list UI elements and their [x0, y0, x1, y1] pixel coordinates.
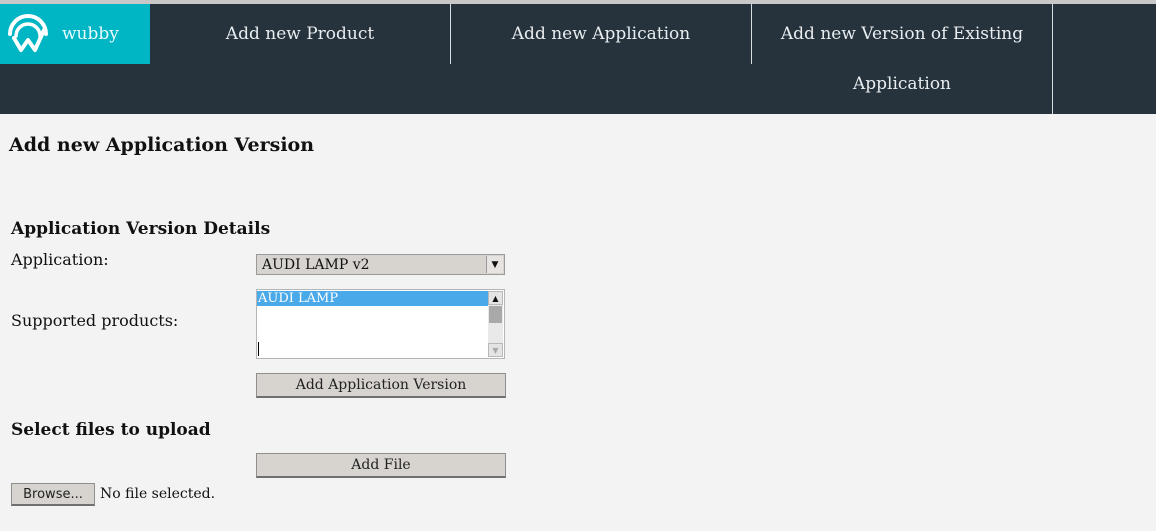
nav-add-new-product[interactable]: Add new Product [150, 4, 450, 64]
brand[interactable]: wubby [0, 4, 150, 64]
nav-divider [1052, 4, 1053, 114]
nav-add-new-version-line2[interactable]: Application [752, 64, 1052, 104]
scroll-down-icon[interactable]: ▼ [488, 343, 503, 357]
upload-heading: Select files to upload [11, 420, 211, 440]
text-caret [258, 342, 259, 356]
supported-products-listbox[interactable]: AUDI LAMP ▲ ▼ [256, 289, 505, 359]
scrollbar-thumb[interactable] [489, 306, 502, 323]
add-file-button[interactable]: Add File [256, 453, 506, 478]
application-select-value: AUDI LAMP v2 [262, 256, 370, 273]
nav-add-new-version[interactable]: Add new Version of Existing [752, 4, 1052, 64]
add-application-version-button[interactable]: Add Application Version [256, 373, 506, 398]
nav-add-new-application[interactable]: Add new Application [451, 4, 751, 64]
browse-button[interactable]: Browse... [11, 483, 95, 506]
supported-products-label: Supported products: [11, 311, 179, 330]
details-heading: Application Version Details [11, 219, 271, 239]
file-status: No file selected. [100, 486, 216, 502]
listbox-scrollbar[interactable]: ▲ ▼ [488, 291, 503, 357]
top-navbar: wubby Add new Product Add new Applicatio… [0, 4, 1156, 114]
brand-name: wubby [62, 24, 119, 44]
wubby-logo-icon [8, 14, 48, 52]
application-select[interactable]: AUDI LAMP v2 ▼ [256, 254, 505, 275]
list-item[interactable]: AUDI LAMP [257, 291, 488, 306]
page-title: Add new Application Version [9, 134, 315, 156]
scroll-up-icon[interactable]: ▲ [488, 291, 503, 305]
chevron-down-icon[interactable]: ▼ [486, 256, 503, 273]
application-label: Application: [11, 250, 109, 269]
